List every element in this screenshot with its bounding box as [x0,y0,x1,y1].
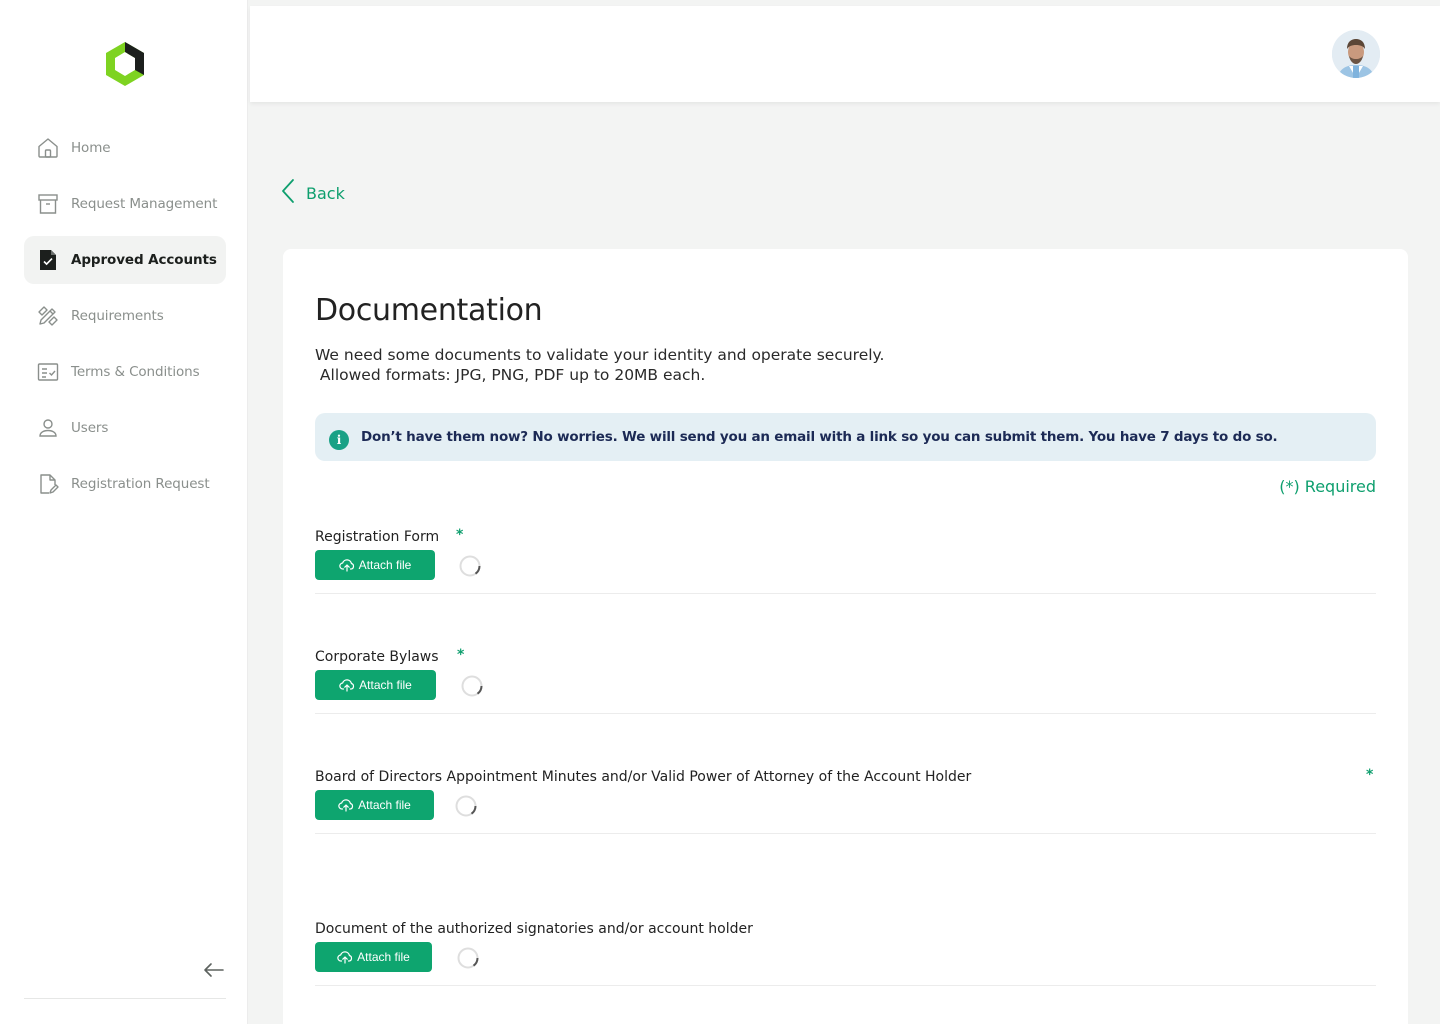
sidebar: Home Request Management Approved Account… [0,0,248,1024]
sidebar-item-label: Home [71,140,111,156]
arrow-left-icon [203,962,225,982]
loading-spinner-icon [457,947,479,969]
divider [315,593,1376,594]
info-banner: i Don’t have them now? No worries. We wi… [315,413,1376,461]
brand-logo[interactable] [104,40,146,88]
user-avatar[interactable] [1332,30,1380,78]
top-header [250,6,1440,102]
sidebar-item-request-management[interactable]: Request Management [24,180,226,228]
document-label: Document of the authorized signatories a… [315,921,753,937]
home-icon [36,136,60,160]
sidebar-item-label: Requirements [71,308,164,324]
loading-spinner-icon [461,675,483,697]
sidebar-item-registration-request[interactable]: Registration Request [24,460,226,508]
pencil-ruler-icon [36,304,60,328]
sidebar-divider [24,998,226,999]
page-title: Documentation [315,293,543,328]
required-legend: (*) Required [1279,477,1376,496]
sidebar-item-label: Terms & Conditions [71,364,200,380]
sidebar-item-users[interactable]: Users [24,404,226,452]
collapse-sidebar-button[interactable] [200,960,228,984]
document-label: Board of Directors Appointment Minutes a… [315,769,972,785]
document-label: Corporate Bylaws [315,649,439,665]
sidebar-item-label: Registration Request [71,476,210,492]
sidebar-item-requirements[interactable]: Requirements [24,292,226,340]
document-edit-icon [36,472,60,496]
required-asterisk: * [1366,767,1374,783]
cloud-upload-icon [338,798,354,812]
attach-file-button[interactable]: Attach file [315,670,436,700]
required-asterisk: * [456,527,464,543]
document-check-icon [36,248,60,272]
attach-file-label: Attach file [358,558,412,572]
attach-file-button[interactable]: Attach file [315,550,435,580]
attach-file-label: Attach file [358,798,411,812]
document-label: Registration Form [315,529,440,545]
sidebar-item-home[interactable]: Home [24,124,226,172]
attach-file-label: Attach file [359,678,412,692]
info-text: Don’t have them now? No worries. We will… [361,429,1278,445]
chevron-left-icon [280,178,296,208]
divider [315,713,1376,714]
loading-spinner-icon [455,795,477,817]
documentation-card: Documentation We need some documents to … [283,249,1408,1024]
loading-spinner-icon [459,555,481,577]
cloud-upload-icon [338,558,355,572]
sidebar-item-approved-accounts[interactable]: Approved Accounts [24,236,226,284]
cloud-upload-icon [339,678,355,692]
user-icon [36,416,60,440]
sidebar-item-label: Approved Accounts [71,252,217,268]
back-link[interactable]: Back [280,178,345,208]
sidebar-item-label: Users [71,420,109,436]
sidebar-item-label: Request Management [71,196,218,212]
checklist-icon [36,360,60,384]
back-label: Back [306,183,345,203]
info-icon: i [329,430,349,450]
archive-box-icon [36,192,60,216]
sidebar-nav: Home Request Management Approved Account… [24,124,226,516]
attach-file-button[interactable]: Attach file [315,790,434,820]
sidebar-item-terms-conditions[interactable]: Terms & Conditions [24,348,226,396]
cloud-upload-icon [337,950,353,964]
attach-file-label: Attach file [357,950,410,964]
divider [315,985,1376,986]
divider [315,833,1376,834]
attach-file-button[interactable]: Attach file [315,942,432,972]
required-asterisk: * [457,647,465,663]
page-description: We need some documents to validate your … [315,346,885,384]
